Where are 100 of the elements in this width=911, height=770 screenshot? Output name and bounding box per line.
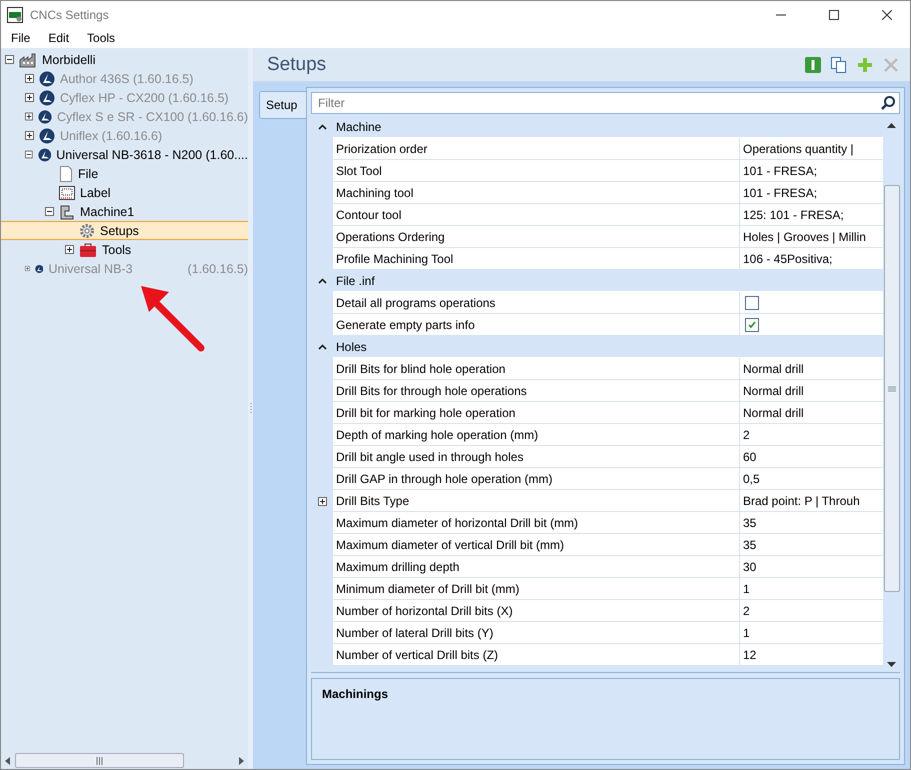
property-value[interactable]: 2 (740, 424, 883, 446)
tree-label: Tools (102, 242, 132, 256)
property-name: Maximum diameter of horizontal Drill bit (mm) (333, 512, 740, 534)
property-value[interactable]: 101 - FRESA; (740, 160, 883, 182)
tree-label: Label (80, 186, 111, 200)
logo-icon (39, 128, 55, 144)
property-value[interactable]: 106 - 45Positiva; (740, 248, 883, 270)
filter-input[interactable]: Filter (316, 95, 880, 111)
tree-item[interactable]: Setups (1, 221, 248, 240)
property-name: Operations Ordering (333, 226, 740, 248)
tree-item[interactable]: Morbidelli (1, 50, 248, 69)
property-name: Generate empty parts info (333, 314, 740, 336)
property-value[interactable]: Brad point: P | Throuh (740, 490, 883, 512)
tree-item[interactable]: Tools (1, 240, 248, 259)
property-name: Number of horizontal Drill bits (X) (333, 600, 740, 622)
property-name: Maximum diameter of vertical Drill bit (mm) (333, 534, 740, 556)
property-name: Depth of marking hole operation (mm) (333, 424, 740, 446)
copy-icon[interactable] (830, 56, 848, 74)
property-value[interactable]: 60 (740, 446, 883, 468)
menu-item[interactable]: File (5, 29, 36, 47)
toolbox-icon (79, 242, 97, 258)
tree-label: Uniflex (1.60.16.6) (60, 128, 162, 142)
scroll-left-icon[interactable] (4, 756, 12, 764)
logo-icon (39, 70, 55, 86)
property-name: Drill Bits for blind hole operation (333, 358, 740, 380)
property-value[interactable]: 0,5 (740, 468, 883, 490)
description-title: Machinings (322, 687, 390, 701)
collapse-icon[interactable] (5, 55, 14, 64)
property-name: Contour tool (333, 204, 740, 226)
property-name: Maximum drilling depth (333, 556, 740, 578)
property-value[interactable]: 1 (740, 622, 883, 644)
gear-icon (79, 222, 95, 238)
tree-label: Setups (100, 224, 139, 238)
file-icon (59, 166, 73, 182)
property-value[interactable]: 35 (740, 534, 883, 556)
tree-label: Morbidelli (42, 52, 96, 66)
scrollbar-thumb[interactable] (15, 753, 184, 768)
property-value[interactable]: 30 (740, 556, 883, 578)
property-name: Drill bit for marking hole operation (333, 402, 740, 424)
tree-label: Universal NB-3 (48, 262, 133, 276)
property-value[interactable]: 12 (740, 644, 883, 666)
tab[interactable]: Setup (259, 91, 306, 119)
info-icon[interactable] (804, 56, 822, 74)
expand-icon[interactable] (65, 245, 74, 254)
property-value[interactable]: 2 (740, 600, 883, 622)
property-value[interactable]: 125: 101 - FRESA; (740, 204, 883, 226)
property-value[interactable]: Normal drill (740, 402, 883, 424)
checkbox[interactable] (745, 318, 759, 332)
checkbox[interactable] (745, 296, 759, 310)
menu-item[interactable]: Edit (42, 29, 76, 47)
scrollbar-thumb[interactable] (884, 185, 900, 592)
tree-label: Cyflex HP - CX200 (1.60.16.5) (60, 90, 229, 104)
close-icon[interactable] (882, 10, 892, 20)
property-value[interactable]: 35 (740, 512, 883, 534)
tree-item[interactable]: Label (1, 183, 248, 202)
expand-icon[interactable] (318, 496, 326, 506)
property-name: Priorization order (333, 138, 740, 160)
property-name: Drill Bits for through hole operations (333, 380, 740, 402)
property-name: Profile Machining Tool (333, 248, 740, 270)
collapse-icon[interactable] (318, 278, 326, 284)
window-title: CNCs Settings (30, 8, 110, 22)
filter-field[interactable]: Filter (311, 92, 900, 114)
collapse-icon[interactable] (318, 344, 326, 350)
panel-title: Setups (267, 54, 328, 76)
property-value[interactable]: Operations quantity | (740, 138, 883, 160)
machine-icon (59, 204, 75, 220)
menu-item[interactable]: Tools (81, 29, 122, 47)
label-icon (59, 184, 75, 200)
maximize-icon[interactable] (829, 10, 839, 20)
property-name: Detail all programs operations (333, 292, 740, 314)
property-value[interactable]: Normal drill (740, 358, 883, 380)
scroll-up-icon[interactable] (887, 122, 896, 128)
collapse-icon[interactable] (318, 124, 326, 130)
property-name: Drill GAP in through hole operation (mm) (333, 468, 740, 490)
tree-item[interactable]: File (1, 164, 248, 183)
tree-item[interactable]: Machine1 (1, 202, 248, 221)
property-value[interactable]: 101 - FRESA; (740, 182, 883, 204)
factory-icon (19, 52, 37, 68)
property-name: Number of vertical Drill bits (Z) (333, 644, 740, 666)
collapse-icon[interactable] (25, 150, 33, 159)
logo-icon (38, 146, 52, 162)
property-name: Number of lateral Drill bits (Y) (333, 622, 740, 644)
scroll-down-icon[interactable] (887, 662, 896, 668)
tree-label: Machine1 (80, 204, 134, 218)
property-value[interactable]: Normal drill (740, 380, 883, 402)
tree-label: Universal NB-3618 - N200 (1.60.... (56, 148, 248, 162)
tree-label: (1.60.16.5) (188, 262, 248, 276)
tree-label: File (78, 166, 98, 180)
property-name: Drill bit angle used in through holes (333, 446, 740, 468)
collapse-icon[interactable] (45, 207, 54, 216)
logo-icon (39, 90, 55, 106)
checkmark-icon (747, 320, 757, 330)
property-name: Minimum diameter of Drill bit (mm) (333, 578, 740, 600)
app-icon (7, 6, 23, 22)
logo-icon (38, 108, 52, 124)
search-icon[interactable] (880, 95, 896, 111)
scroll-right-icon[interactable] (237, 756, 245, 764)
tree-item[interactable]: Universal NB-3618 - N200 (1.60.... (1, 145, 248, 164)
property-value[interactable]: 1 (740, 578, 883, 600)
property-value[interactable]: Holes | Grooves | Millin (740, 226, 883, 248)
